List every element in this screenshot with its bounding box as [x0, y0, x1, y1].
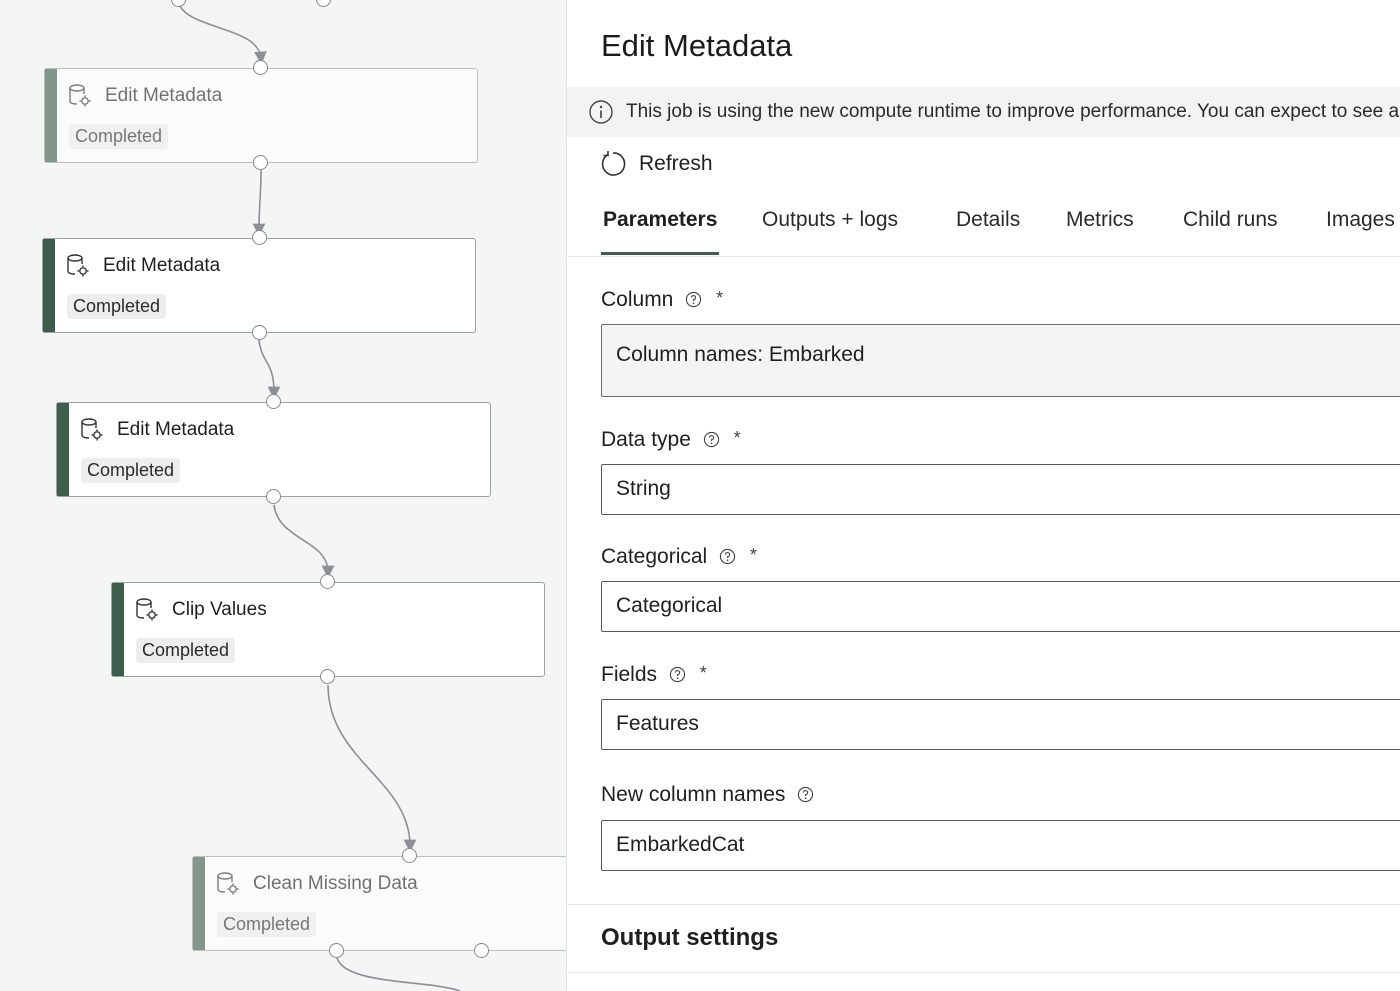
output-port[interactable] — [320, 669, 335, 684]
data-type-label: Data type * — [601, 428, 741, 452]
categorical-label-text: Categorical — [601, 545, 708, 568]
status-badge: Completed — [69, 124, 169, 149]
node-status-bar — [43, 239, 55, 332]
column-value: Column names: Embarked — [616, 343, 865, 366]
help-icon[interactable] — [669, 666, 686, 683]
data-type-label-text: Data type — [601, 428, 691, 451]
info-banner: This job is using the new compute runtim… — [567, 87, 1400, 137]
dataset-gear-icon — [217, 872, 239, 895]
node-status-bar — [45, 69, 57, 162]
dataset-gear-icon — [81, 418, 103, 441]
output-port[interactable] — [252, 325, 267, 340]
new-column-names-value: EmbarkedCat — [616, 833, 745, 856]
tab-details[interactable]: Details — [956, 208, 1020, 232]
active-tab-indicator — [601, 252, 719, 255]
output-port[interactable] — [253, 155, 268, 170]
help-icon[interactable] — [797, 786, 814, 803]
status-badge: Completed — [81, 458, 181, 483]
node-title: Clean Missing Data — [253, 873, 418, 894]
status-badge: Completed — [136, 638, 236, 663]
banner-text: This job is using the new compute runtim… — [626, 101, 1400, 122]
categorical-select[interactable]: Categorical — [601, 581, 1400, 632]
output-port[interactable] — [474, 943, 489, 958]
node-title: Edit Metadata — [117, 419, 235, 440]
status-badge: Completed — [217, 912, 317, 937]
output-settings-heading[interactable]: Output settings — [601, 924, 778, 952]
info-icon — [589, 100, 613, 124]
input-port[interactable] — [253, 60, 268, 75]
column-label: Column * — [601, 288, 723, 312]
edge-5 — [327, 684, 417, 853]
input-port[interactable] — [252, 230, 267, 245]
tab-bar: Parameters Outputs + logs Details Metric… — [567, 200, 1400, 257]
pipeline-node[interactable]: Edit Metadata Completed — [42, 238, 476, 333]
output-port[interactable] — [329, 943, 344, 958]
data-type-select[interactable]: String — [601, 464, 1400, 515]
input-port[interactable] — [266, 394, 281, 409]
help-icon[interactable] — [719, 548, 736, 565]
new-column-names-label: New column names — [601, 783, 814, 807]
column-label-text: Column — [601, 288, 674, 311]
panel-title: Edit Metadata — [601, 28, 793, 63]
pipeline-canvas[interactable]: Edit Metadata Completed Edit Metadata Co… — [0, 0, 566, 991]
required-marker: * — [716, 288, 724, 308]
pipeline-node[interactable]: Clean Missing Data Completed — [192, 856, 566, 951]
input-port[interactable] — [402, 848, 417, 863]
pipeline-node[interactable]: Edit Metadata Completed — [44, 68, 478, 163]
refresh-label: Refresh — [639, 152, 713, 175]
input-port[interactable] — [320, 574, 335, 589]
help-icon[interactable] — [703, 431, 720, 448]
node-title: Clip Values — [172, 599, 267, 620]
fields-label: Fields * — [601, 663, 707, 687]
dataset-gear-icon — [67, 254, 89, 277]
categorical-value: Categorical — [616, 594, 723, 617]
details-panel: Edit Metadata This job is using the new … — [566, 0, 1400, 991]
new-column-names-input[interactable]: EmbarkedCat — [601, 820, 1400, 871]
pipeline-node[interactable]: Edit Metadata Completed — [56, 402, 491, 497]
dataset-gear-icon — [69, 84, 91, 107]
help-icon[interactable] — [685, 291, 702, 308]
fields-value: Features — [616, 712, 699, 735]
tab-parameters[interactable]: Parameters — [603, 208, 717, 232]
node-title: Edit Metadata — [103, 255, 221, 276]
refresh-icon — [601, 151, 626, 176]
data-type-value: String — [616, 477, 671, 500]
node-status-bar — [193, 857, 205, 950]
status-badge: Completed — [67, 294, 167, 319]
edge-3 — [258, 339, 281, 400]
required-marker: * — [699, 663, 707, 683]
pipeline-node[interactable]: Clip Values Completed — [111, 582, 545, 677]
node-status-bar — [112, 583, 124, 676]
categorical-label: Categorical * — [601, 545, 757, 569]
required-marker: * — [749, 545, 757, 565]
fields-label-text: Fields — [601, 663, 658, 686]
required-marker: * — [733, 428, 741, 448]
new-column-names-label-text: New column names — [601, 783, 786, 806]
tab-child-runs[interactable]: Child runs — [1183, 208, 1278, 232]
divider — [567, 972, 1400, 973]
fields-select[interactable]: Features — [601, 699, 1400, 750]
edge-2 — [252, 169, 266, 237]
dataset-gear-icon — [136, 598, 158, 621]
divider — [567, 904, 1400, 905]
tab-images[interactable]: Images — [1326, 208, 1395, 232]
edge-1 — [177, 0, 267, 65]
output-port[interactable] — [266, 489, 281, 504]
node-title: Edit Metadata — [105, 85, 223, 106]
tab-outputs-logs[interactable]: Outputs + logs — [762, 208, 898, 232]
tab-metrics[interactable]: Metrics — [1066, 208, 1134, 232]
node-status-bar — [57, 403, 69, 496]
column-selector[interactable]: Column names: Embarked — [601, 324, 1400, 397]
edge-4 — [273, 504, 335, 579]
edge-6 — [336, 957, 461, 991]
